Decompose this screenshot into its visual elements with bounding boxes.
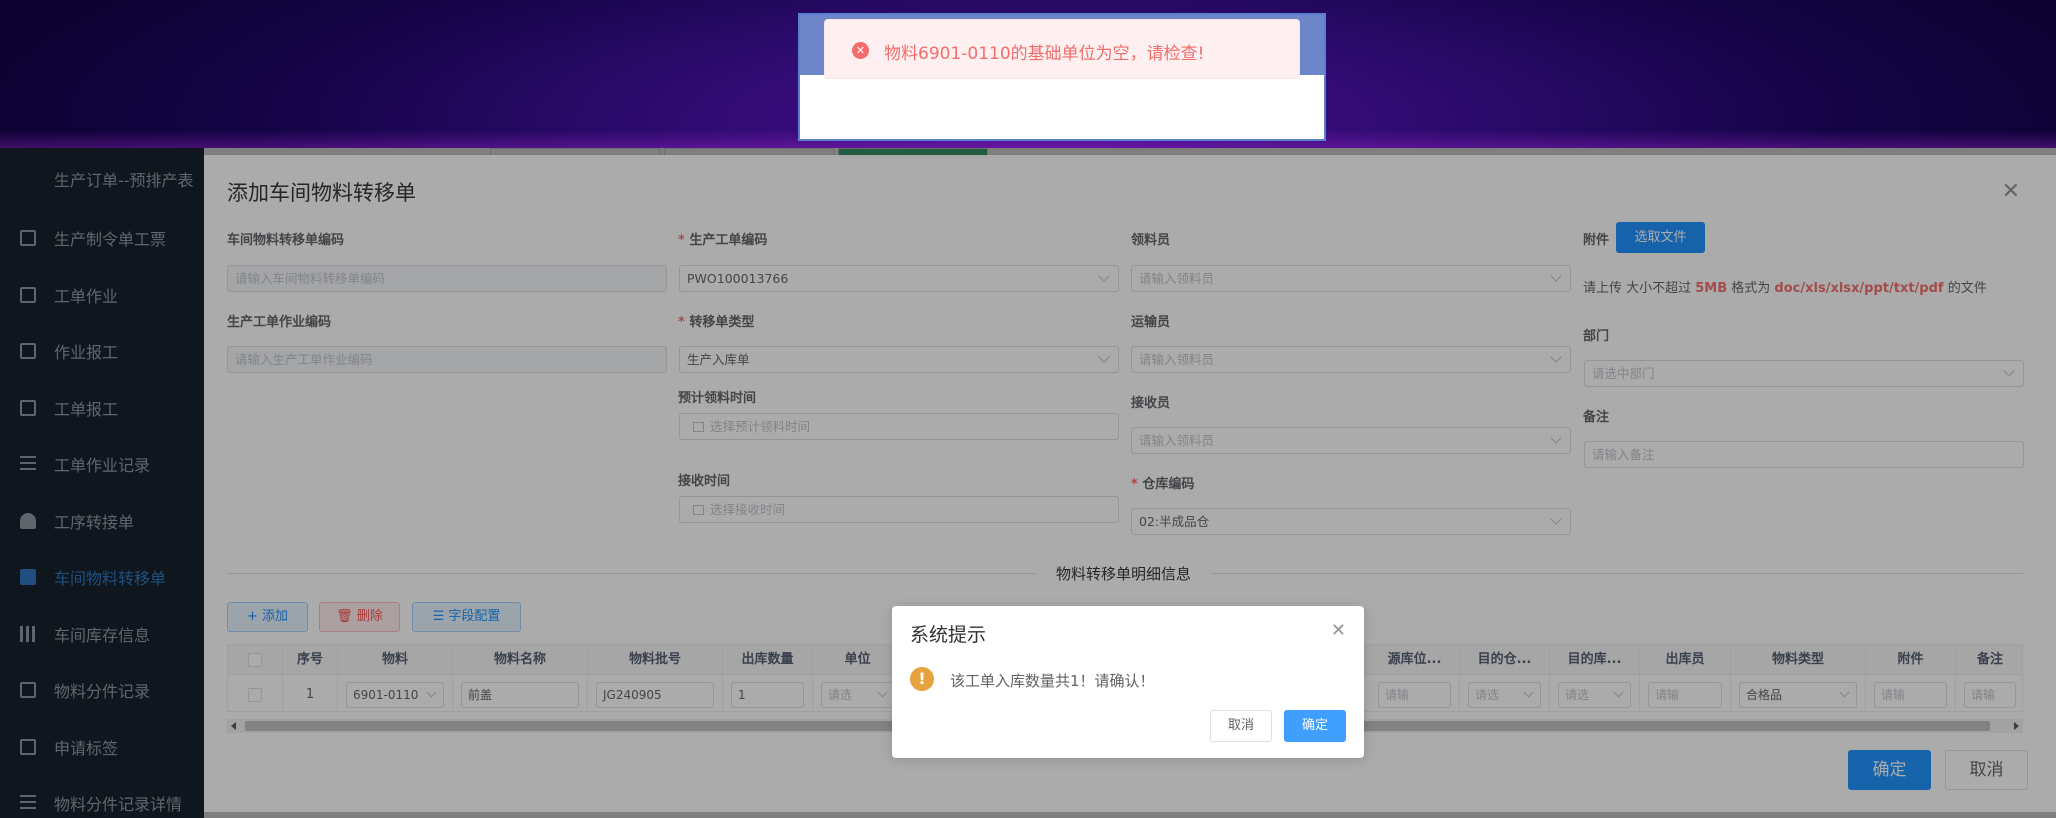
close-icon[interactable]: ✕ <box>1331 620 1346 641</box>
message-box-confirm-button[interactable]: 确定 <box>1284 710 1346 742</box>
sidebar-overlay <box>0 148 204 818</box>
error-toast: ✕ 物料6901-0110的基础单位为空，请检查! <box>824 19 1300 79</box>
warning-icon: ! <box>910 667 934 691</box>
message-box-title: 系统提示 <box>910 624 987 646</box>
confirm-message-box: 系统提示 ✕ ! 该工单入库数量共1！请确认！ 取消 确定 <box>892 606 1364 758</box>
message-box-cancel-button[interactable]: 取消 <box>1210 710 1272 742</box>
error-icon: ✕ <box>852 42 869 59</box>
message-box-text: 该工单入库数量共1！请确认！ <box>950 672 1155 690</box>
error-toast-text: 物料6901-0110的基础单位为空，请检查! <box>884 44 1205 64</box>
